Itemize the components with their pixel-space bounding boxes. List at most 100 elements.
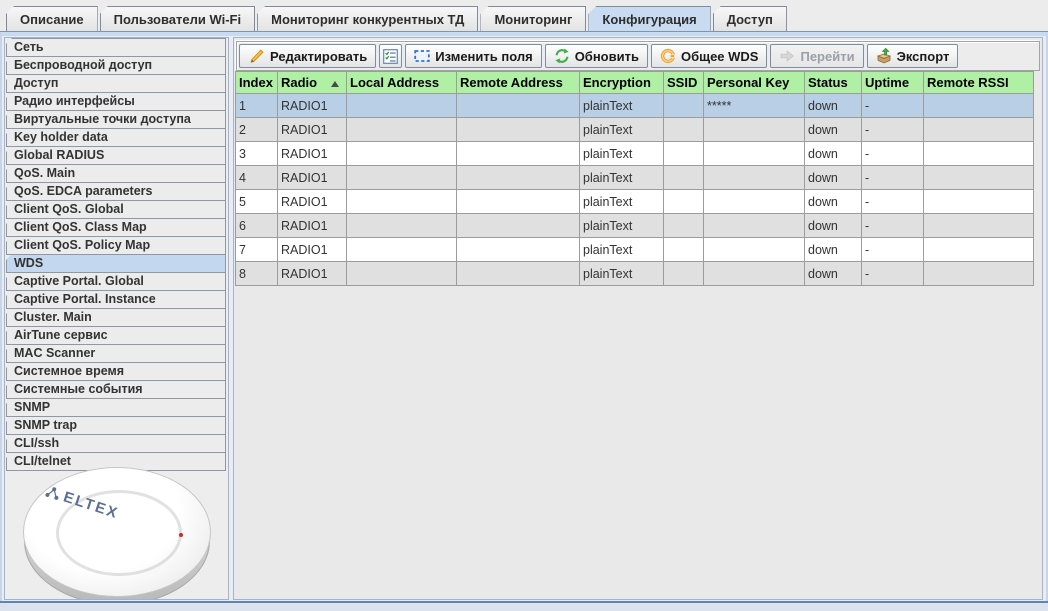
sidebar-item-19[interactable]: Системное время bbox=[6, 362, 226, 381]
cell-status[interactable]: down bbox=[804, 213, 862, 238]
cell-remote_rssi[interactable] bbox=[923, 93, 1034, 118]
cell-radio[interactable]: RADIO1 bbox=[277, 93, 347, 118]
cell-local_address[interactable] bbox=[346, 189, 457, 214]
cell-remote_rssi[interactable] bbox=[923, 189, 1034, 214]
cell-encryption[interactable]: plainText bbox=[579, 213, 664, 238]
table-row[interactable]: 5 RADIO1 plainText down - bbox=[235, 189, 1034, 214]
toolbar-button-6[interactable]: Перейти bbox=[770, 44, 864, 68]
cell-remote_rssi[interactable] bbox=[923, 165, 1034, 190]
sidebar-item-12[interactable]: Client QoS. Policy Map bbox=[6, 236, 226, 255]
tab-3[interactable]: Мониторинг конкурентных ТД bbox=[257, 6, 479, 31]
cell-index[interactable]: 8 bbox=[235, 261, 278, 286]
cell-remote_rssi[interactable] bbox=[923, 141, 1034, 166]
cell-uptime[interactable]: - bbox=[861, 141, 924, 166]
cell-status[interactable]: down bbox=[804, 141, 862, 166]
sidebar-item-8[interactable]: QoS. Main bbox=[6, 164, 226, 183]
tab-2[interactable]: Пользователи Wi-Fi bbox=[99, 6, 256, 31]
cell-encryption[interactable]: plainText bbox=[579, 237, 664, 262]
cell-remote_address[interactable] bbox=[456, 117, 580, 142]
sidebar-item-14[interactable]: Captive Portal. Global bbox=[6, 272, 226, 291]
cell-ssid[interactable] bbox=[663, 261, 704, 286]
table-row[interactable]: 7 RADIO1 plainText down - bbox=[235, 237, 1034, 262]
toolbar-button-5[interactable]: Общее WDS bbox=[650, 44, 768, 68]
cell-radio[interactable]: RADIO1 bbox=[277, 141, 347, 166]
cell-personal_key[interactable]: ***** bbox=[703, 93, 805, 118]
col-header-remote_rssi[interactable]: Remote RSSI bbox=[923, 71, 1034, 94]
cell-remote_address[interactable] bbox=[456, 237, 580, 262]
col-header-uptime[interactable]: Uptime bbox=[861, 71, 924, 94]
sidebar-item-13[interactable]: WDS bbox=[6, 254, 226, 273]
cell-remote_address[interactable] bbox=[456, 141, 580, 166]
cell-encryption[interactable]: plainText bbox=[579, 189, 664, 214]
cell-radio[interactable]: RADIO1 bbox=[277, 117, 347, 142]
cell-uptime[interactable]: - bbox=[861, 189, 924, 214]
cell-ssid[interactable] bbox=[663, 237, 704, 262]
cell-personal_key[interactable] bbox=[703, 189, 805, 214]
cell-index[interactable]: 3 bbox=[235, 141, 278, 166]
cell-index[interactable]: 6 bbox=[235, 213, 278, 238]
cell-uptime[interactable]: - bbox=[861, 117, 924, 142]
col-header-status[interactable]: Status bbox=[804, 71, 862, 94]
sidebar-item-7[interactable]: Global RADIUS bbox=[6, 146, 226, 165]
cell-personal_key[interactable] bbox=[703, 141, 805, 166]
sidebar-item-6[interactable]: Key holder data bbox=[6, 128, 226, 147]
cell-radio[interactable]: RADIO1 bbox=[277, 237, 347, 262]
col-header-encryption[interactable]: Encryption bbox=[579, 71, 664, 94]
cell-ssid[interactable] bbox=[663, 141, 704, 166]
col-header-ssid[interactable]: SSID bbox=[663, 71, 704, 94]
sidebar-item-2[interactable]: Беспроводной доступ bbox=[6, 56, 226, 75]
toolbar-button-7[interactable]: Экспорт bbox=[866, 44, 959, 68]
cell-encryption[interactable]: plainText bbox=[579, 141, 664, 166]
cell-index[interactable]: 7 bbox=[235, 237, 278, 262]
cell-status[interactable]: down bbox=[804, 189, 862, 214]
cell-ssid[interactable] bbox=[663, 165, 704, 190]
table-row[interactable]: 2 RADIO1 plainText down - bbox=[235, 117, 1034, 142]
cell-status[interactable]: down bbox=[804, 261, 862, 286]
sidebar-item-18[interactable]: MAC Scanner bbox=[6, 344, 226, 363]
cell-encryption[interactable]: plainText bbox=[579, 165, 664, 190]
toolbar-button-1[interactable]: Редактировать bbox=[239, 44, 377, 68]
sidebar-item-3[interactable]: Доступ bbox=[6, 74, 226, 93]
col-header-remote_address[interactable]: Remote Address bbox=[456, 71, 580, 94]
sidebar-item-17[interactable]: AirTune сервис bbox=[6, 326, 226, 345]
cell-encryption[interactable]: plainText bbox=[579, 261, 664, 286]
cell-remote_rssi[interactable] bbox=[923, 261, 1034, 286]
toolbar-button-3[interactable]: Изменить поля bbox=[405, 44, 542, 68]
sidebar-item-23[interactable]: CLI/ssh bbox=[6, 434, 226, 453]
cell-ssid[interactable] bbox=[663, 93, 704, 118]
sidebar-item-5[interactable]: Виртуальные точки доступа bbox=[6, 110, 226, 129]
sidebar-item-16[interactable]: Cluster. Main bbox=[6, 308, 226, 327]
sidebar-item-15[interactable]: Captive Portal. Instance bbox=[6, 290, 226, 309]
cell-remote_address[interactable] bbox=[456, 189, 580, 214]
cell-status[interactable]: down bbox=[804, 237, 862, 262]
cell-remote_address[interactable] bbox=[456, 165, 580, 190]
cell-status[interactable]: down bbox=[804, 165, 862, 190]
sidebar-item-21[interactable]: SNMP bbox=[6, 398, 226, 417]
cell-local_address[interactable] bbox=[346, 93, 457, 118]
table-row[interactable]: 8 RADIO1 plainText down - bbox=[235, 261, 1034, 286]
cell-uptime[interactable]: - bbox=[861, 213, 924, 238]
tab-5[interactable]: Конфигурация bbox=[588, 6, 711, 31]
cell-local_address[interactable] bbox=[346, 117, 457, 142]
sidebar-item-10[interactable]: Client QoS. Global bbox=[6, 200, 226, 219]
cell-index[interactable]: 1 bbox=[235, 93, 278, 118]
table-row[interactable]: 4 RADIO1 plainText down - bbox=[235, 165, 1034, 190]
cell-ssid[interactable] bbox=[663, 189, 704, 214]
cell-personal_key[interactable] bbox=[703, 261, 805, 286]
sidebar-item-1[interactable]: Сеть bbox=[6, 38, 226, 57]
table-row[interactable]: 6 RADIO1 plainText down - bbox=[235, 213, 1034, 238]
cell-personal_key[interactable] bbox=[703, 237, 805, 262]
tab-1[interactable]: Описание bbox=[6, 6, 98, 31]
cell-remote_address[interactable] bbox=[456, 93, 580, 118]
cell-remote_rssi[interactable] bbox=[923, 213, 1034, 238]
cell-radio[interactable]: RADIO1 bbox=[277, 213, 347, 238]
sidebar-item-9[interactable]: QoS. EDCA parameters bbox=[6, 182, 226, 201]
cell-radio[interactable]: RADIO1 bbox=[277, 189, 347, 214]
sidebar-item-22[interactable]: SNMP trap bbox=[6, 416, 226, 435]
cell-encryption[interactable]: plainText bbox=[579, 117, 664, 142]
cell-local_address[interactable] bbox=[346, 237, 457, 262]
cell-index[interactable]: 2 bbox=[235, 117, 278, 142]
cell-local_address[interactable] bbox=[346, 165, 457, 190]
cell-remote_rssi[interactable] bbox=[923, 117, 1034, 142]
cell-uptime[interactable]: - bbox=[861, 261, 924, 286]
